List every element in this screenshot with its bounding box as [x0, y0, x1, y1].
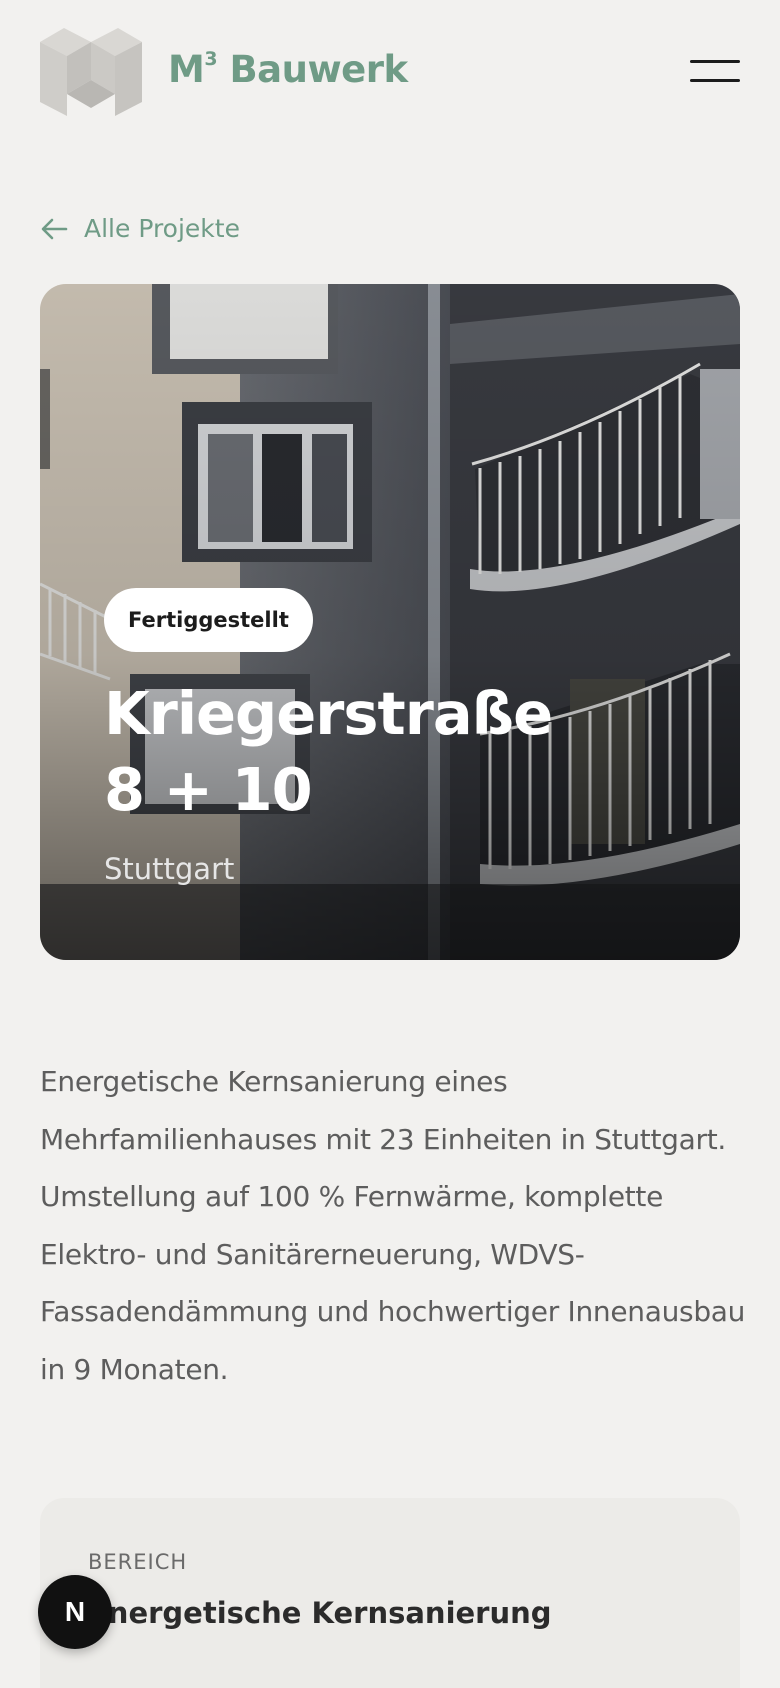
- project-title-line1: Kriegerstraße: [104, 679, 553, 748]
- brand-name[interactable]: M3 Bauwerk: [168, 48, 408, 91]
- back-link-label: Alle Projekte: [84, 214, 240, 243]
- m3-cube-logo-icon[interactable]: [40, 28, 142, 116]
- status-badge: Fertiggestellt: [104, 588, 313, 652]
- project-city: Stuttgart: [104, 852, 235, 886]
- fab-label: N: [64, 1596, 86, 1627]
- project-title: Kriegerstraße 8 + 10: [104, 676, 664, 828]
- project-description: Energetische Kernsanierung eines Mehrfam…: [40, 1065, 746, 1386]
- menu-line: [690, 79, 740, 82]
- info-value: Energetische Kernsanierung: [88, 1596, 552, 1630]
- back-to-projects-link[interactable]: Alle Projekte: [40, 214, 240, 243]
- arrow-left-icon: [41, 218, 68, 239]
- site-header: M3 Bauwerk: [0, 0, 780, 150]
- project-title-line2: 8 + 10: [104, 755, 313, 824]
- hamburger-menu-icon[interactable]: [690, 58, 740, 84]
- project-info-card: BEREICH Energetische Kernsanierung: [40, 1498, 740, 1688]
- floating-n-button[interactable]: N: [38, 1575, 112, 1649]
- project-hero-card[interactable]: Fertiggestellt Kriegerstraße 8 + 10 Stut…: [40, 284, 740, 960]
- menu-line: [690, 60, 740, 63]
- info-label: BEREICH: [88, 1550, 188, 1574]
- project-detail-page: M3 Bauwerk Alle Projekte Fertiggestellt …: [0, 0, 780, 1688]
